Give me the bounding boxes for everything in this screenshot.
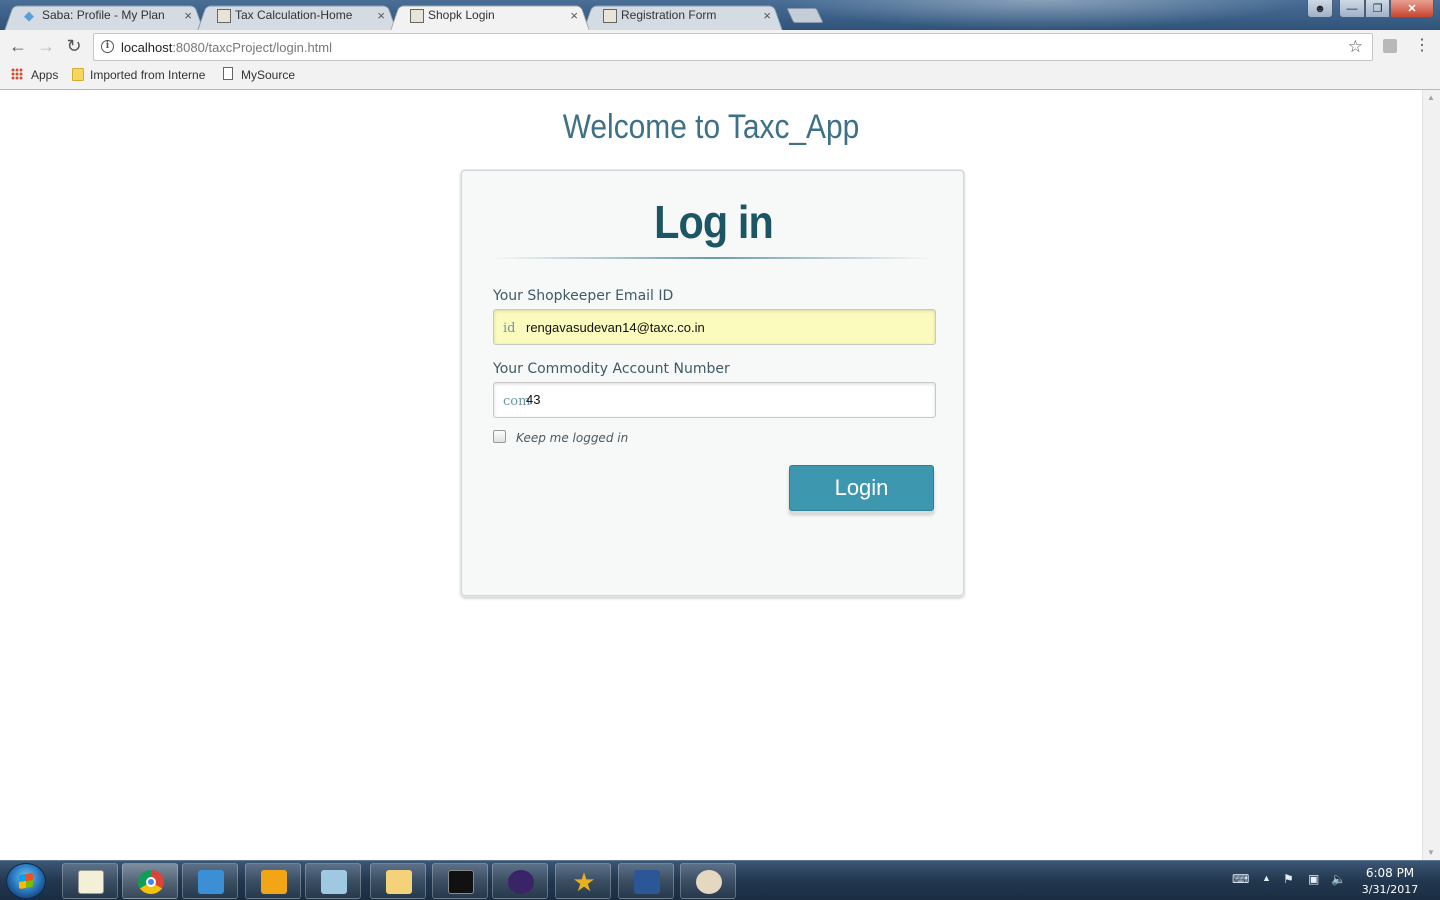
tab-close-icon[interactable]: × xyxy=(184,8,192,23)
page-scrollbar[interactable]: ▲ ▼ xyxy=(1422,90,1440,860)
page-icon[interactable] xyxy=(223,67,233,80)
java-ee-ide-icon[interactable] xyxy=(492,863,548,899)
show-hidden-icons-icon[interactable]: ▲ xyxy=(1262,873,1271,883)
chrome-center xyxy=(146,877,156,887)
paint-icon[interactable] xyxy=(680,863,736,899)
bookmark-mysource[interactable]: MySource xyxy=(241,68,295,82)
bookmark-imported[interactable]: Imported from Interne xyxy=(90,68,207,82)
tab-label: Registration Form xyxy=(621,8,717,22)
volume-icon[interactable]: 🔈 xyxy=(1331,872,1346,886)
word-icon[interactable] xyxy=(618,863,674,899)
keep-logged-in-checkbox[interactable] xyxy=(493,430,506,443)
notepad-icon[interactable] xyxy=(62,863,118,899)
email-label: Your Shopkeeper Email ID xyxy=(493,288,674,304)
tab-label: Saba: Profile - My Plan xyxy=(42,8,165,22)
email-prefix-icon: id xyxy=(503,321,516,336)
tab-close-icon[interactable]: × xyxy=(763,8,771,23)
address-url[interactable]: localhost:8080/taxcProject/login.html xyxy=(121,40,332,55)
clock-time[interactable]: 6:08 PM xyxy=(1350,866,1430,880)
title-divider xyxy=(494,257,930,259)
tab-label: Shopk Login xyxy=(428,8,495,22)
windows-logo-icon xyxy=(19,873,33,889)
browser-toolbar: ← → ↻ i localhost:8080/taxcProject/login… xyxy=(0,30,1440,64)
page-favicon-icon xyxy=(410,9,424,23)
lync-icon[interactable] xyxy=(182,863,238,899)
url-path: :8080/taxcProject/login.html xyxy=(172,40,333,55)
welcome-heading: Welcome to Taxc_App xyxy=(562,108,860,146)
clock-date[interactable]: 3/31/2017 xyxy=(1350,883,1430,896)
extension-icon[interactable] xyxy=(1383,39,1397,53)
titlebar-glare xyxy=(780,0,1300,30)
browser-tab-strip: ◆ Saba: Profile - My Plan × Tax Calculat… xyxy=(0,0,1440,30)
forward-arrow-icon[interactable]: → xyxy=(36,37,56,57)
url-host: localhost xyxy=(121,40,173,55)
minimize-button[interactable]: — xyxy=(1339,0,1365,18)
back-arrow-icon[interactable]: ← xyxy=(8,37,28,57)
tab-registration-form[interactable]: Registration Form × xyxy=(583,3,783,30)
login-button[interactable]: Login xyxy=(789,465,934,511)
browser-menu-icon[interactable]: ⋮ xyxy=(1414,37,1430,55)
bookmarks-bar: Apps Imported from Interne MySource xyxy=(0,64,1440,90)
tab-saba-profile[interactable]: ◆ Saba: Profile - My Plan × xyxy=(4,3,204,30)
tab-tax-calculation-home[interactable]: Tax Calculation-Home × xyxy=(197,3,397,30)
login-title: Log in xyxy=(654,196,774,248)
chrome-icon[interactable] xyxy=(122,863,178,899)
tab-close-icon[interactable]: × xyxy=(377,8,385,23)
tab-shopk-login[interactable]: Shopk Login × xyxy=(390,3,590,30)
account-label: Your Commodity Account Number xyxy=(493,361,730,377)
folder-icon[interactable] xyxy=(72,68,84,81)
action-center-flag-icon[interactable]: ⚑ xyxy=(1283,872,1294,886)
tab-close-icon[interactable]: × xyxy=(570,8,578,23)
new-tab-button[interactable] xyxy=(786,8,824,23)
cmd-icon[interactable] xyxy=(432,863,488,899)
saba-favicon-icon: ◆ xyxy=(24,8,34,23)
account-value[interactable]: 43 xyxy=(526,392,540,407)
reload-icon[interactable]: ↻ xyxy=(64,37,84,57)
email-value[interactable]: rengavasudevan14@taxc.co.in xyxy=(526,320,705,335)
star-app-icon[interactable]: ★ xyxy=(555,863,611,899)
start-button[interactable] xyxy=(6,863,46,899)
notebook-icon[interactable] xyxy=(305,863,361,899)
profile-icon[interactable]: ☻ xyxy=(1307,0,1333,18)
network-icon[interactable]: ▣ xyxy=(1308,872,1319,886)
address-bar[interactable]: i localhost:8080/taxcProject/login.html … xyxy=(93,33,1373,61)
windows-taskbar: ★ ⌨ ▲ ⚑ ▣ 🔈 xyxy=(0,860,1440,900)
scroll-up-icon[interactable]: ▲ xyxy=(1427,93,1435,102)
account-number-field[interactable]: com 43 xyxy=(493,382,936,418)
page-viewport: Welcome to Taxc_App Log in Your Shopkeep… xyxy=(0,90,1422,860)
site-info-icon[interactable]: i xyxy=(101,40,114,53)
scroll-down-icon[interactable]: ▼ xyxy=(1427,848,1435,857)
bookmark-apps[interactable]: Apps xyxy=(31,68,58,82)
email-field[interactable]: id rengavasudevan14@taxc.co.in xyxy=(493,309,936,345)
window-controls: ☻ — ❐ ✕ xyxy=(1307,0,1434,20)
keep-logged-in-label[interactable]: Keep me logged in xyxy=(516,431,628,445)
apps-grid-icon[interactable] xyxy=(11,68,23,80)
keyboard-icon[interactable]: ⌨ xyxy=(1232,872,1249,886)
page-favicon-icon xyxy=(603,9,617,23)
outlook-icon[interactable] xyxy=(245,863,301,899)
bookmark-star-icon[interactable]: ☆ xyxy=(1348,37,1363,57)
tab-label: Tax Calculation-Home xyxy=(235,8,353,22)
login-form: Log in Your Shopkeeper Email ID id renga… xyxy=(461,170,964,596)
explorer-icon[interactable] xyxy=(370,863,426,899)
page-favicon-icon xyxy=(217,9,231,23)
restore-button[interactable]: ❐ xyxy=(1365,0,1390,18)
close-window-button[interactable]: ✕ xyxy=(1390,0,1434,18)
